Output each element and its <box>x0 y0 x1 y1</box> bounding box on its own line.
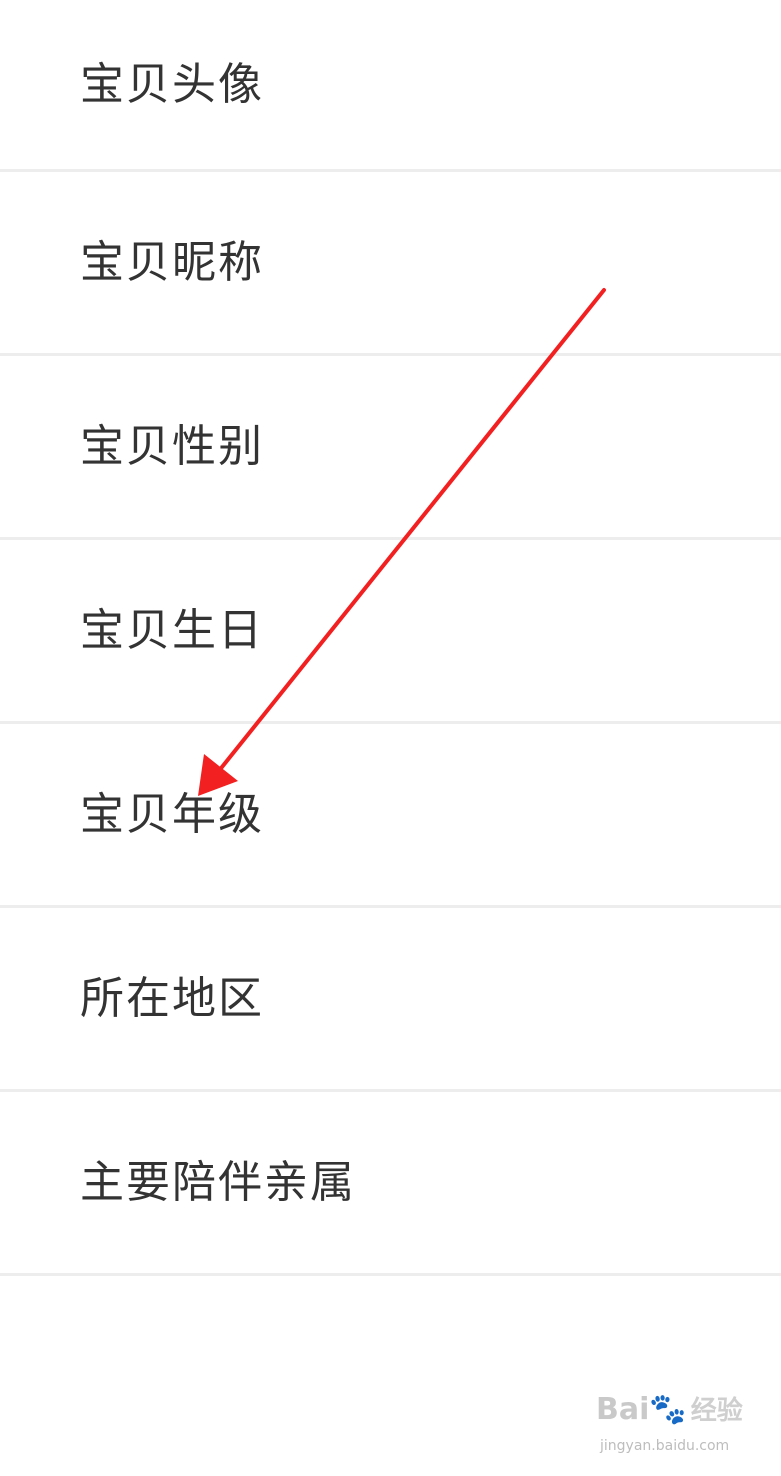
settings-item-grade[interactable]: 宝贝年级 <box>0 724 781 908</box>
settings-item-label: 宝贝年级 <box>80 788 264 840</box>
settings-item-label: 主要陪伴亲属 <box>80 1156 356 1208</box>
watermark-brand: Bai <box>596 1392 650 1427</box>
watermark-brand-suffix: 经验 <box>690 1396 743 1426</box>
watermark-url: jingyan.baidu.com <box>600 1438 730 1454</box>
baby-profile-screen: 宝贝头像 宝贝昵称 宝贝性别 宝贝生日 宝贝年级 所在地区 主要陪伴亲属 Bai… <box>0 0 781 1476</box>
settings-item-region[interactable]: 所在地区 <box>0 908 781 1092</box>
baidu-jingyan-watermark: Bai🐾 经验 jingyan.baidu.com <box>596 1390 746 1460</box>
settings-item-label: 宝贝昵称 <box>80 236 264 288</box>
settings-item-avatar[interactable]: 宝贝头像 <box>0 0 781 172</box>
settings-item-label: 宝贝生日 <box>80 604 264 656</box>
settings-item-gender[interactable]: 宝贝性别 <box>0 356 781 540</box>
settings-list: 宝贝头像 宝贝昵称 宝贝性别 宝贝生日 宝贝年级 所在地区 主要陪伴亲属 <box>0 0 781 1276</box>
settings-item-label: 所在地区 <box>80 972 264 1024</box>
settings-item-label: 宝贝性别 <box>80 420 264 472</box>
paw-icon: 🐾 <box>649 1392 687 1427</box>
settings-item-main-relative[interactable]: 主要陪伴亲属 <box>0 1092 781 1276</box>
settings-item-label: 宝贝头像 <box>80 58 264 110</box>
settings-item-birthday[interactable]: 宝贝生日 <box>0 540 781 724</box>
watermark-logo: Bai🐾 经验 <box>596 1390 743 1427</box>
settings-item-nickname[interactable]: 宝贝昵称 <box>0 172 781 356</box>
